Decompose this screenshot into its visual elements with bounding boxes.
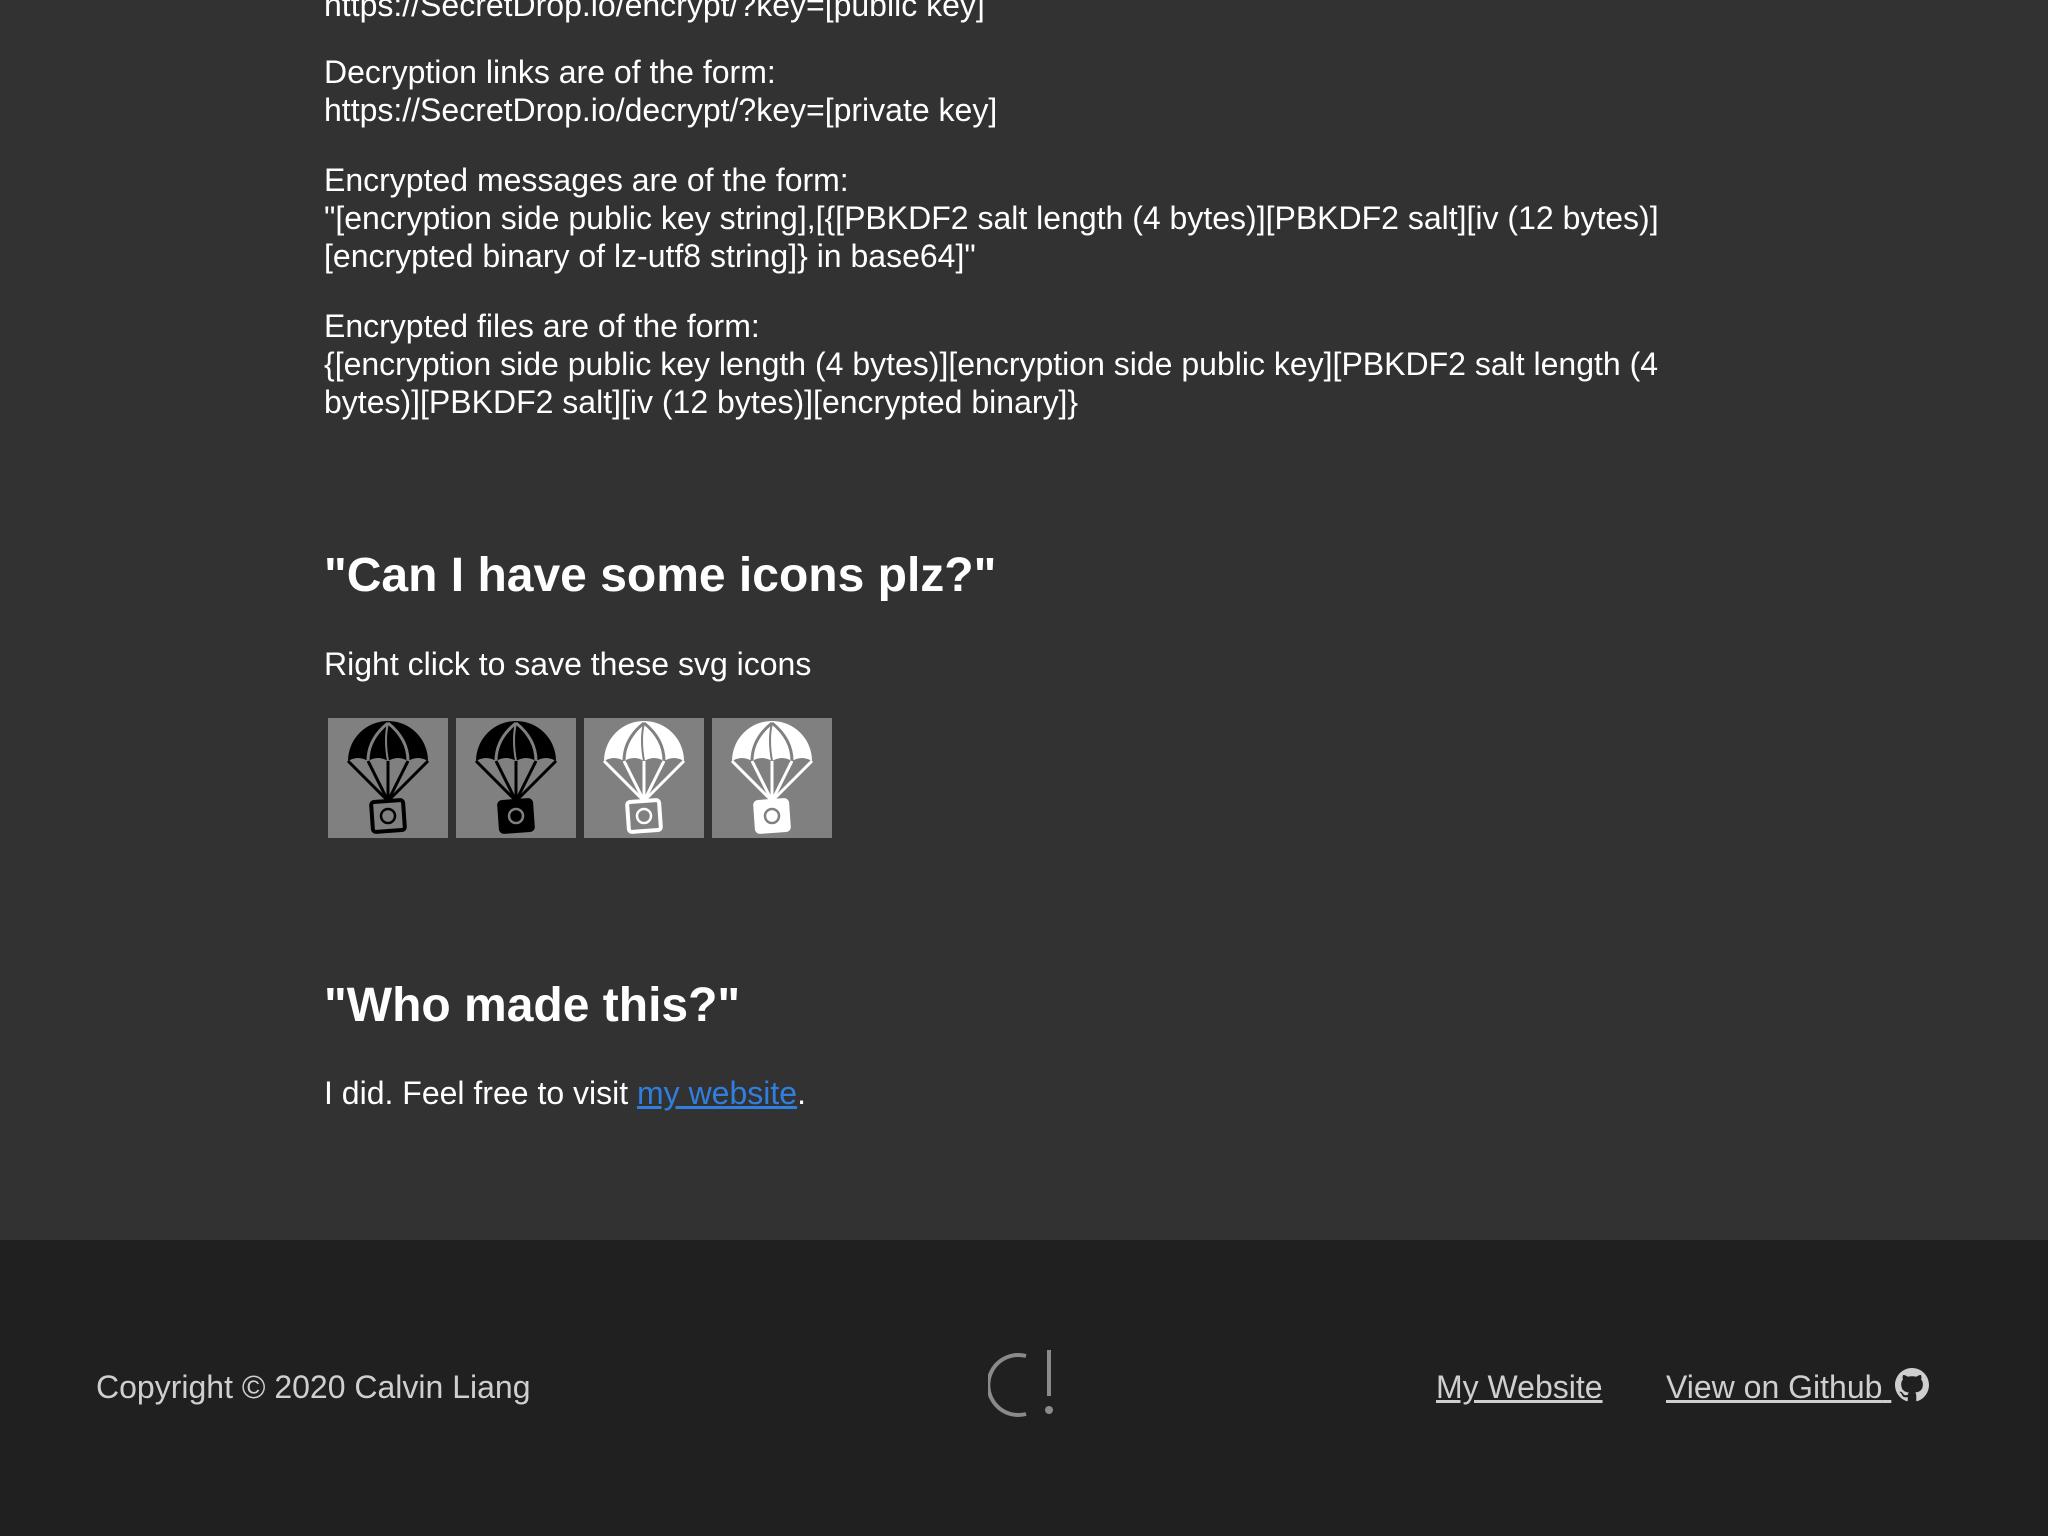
about-text-before: I did. Feel free to visit xyxy=(324,1075,638,1111)
messages-line-1: "[encryption side public key string],[{[… xyxy=(324,200,1659,236)
files-line-1: {[encryption side public key length (4 b… xyxy=(324,346,1659,382)
decrypt-link-format: Decryption links are of the form: https:… xyxy=(324,53,1724,129)
about-heading: "Who made this?" xyxy=(324,979,741,1032)
github-link-label: View on Github xyxy=(1666,1369,1883,1405)
copyright-text: Copyright © 2020 Calvin Liang xyxy=(96,1369,531,1405)
icon-tile-3[interactable] xyxy=(584,718,704,838)
github-icon xyxy=(1895,1368,1930,1402)
parachute-icon[interactable] xyxy=(722,719,822,837)
icons-description: Right click to save these svg icons xyxy=(324,646,812,682)
icon-tile-1[interactable] xyxy=(328,718,448,838)
main-content: https://SecretDrop.io/encrypt/?key=[publ… xyxy=(0,0,2048,1240)
files-line-2: bytes)][PBKDF2 salt][iv (12 bytes)][encr… xyxy=(324,384,1079,420)
about-text: I did. Feel free to visit my website. xyxy=(324,1074,1724,1112)
encrypt-link-format: https://SecretDrop.io/encrypt/?key=[publ… xyxy=(324,0,1724,24)
parachute-icon[interactable] xyxy=(594,719,694,837)
icon-tile-4[interactable] xyxy=(712,718,832,838)
icon-tile-2[interactable] xyxy=(456,718,576,838)
messages-line-2: [encrypted binary of lz-utf8 string]} in… xyxy=(324,238,976,274)
decrypt-link-line: https://SecretDrop.io/decrypt/?key=[priv… xyxy=(324,92,998,128)
footer-github-link[interactable]: View on Github xyxy=(1666,1368,1930,1406)
files-intro: Encrypted files are of the form: xyxy=(324,308,760,344)
parachute-icon[interactable] xyxy=(338,719,438,837)
icons-heading: "Can I have some icons plz?" xyxy=(324,549,997,602)
file-format: Encrypted files are of the form: {[encry… xyxy=(324,307,1724,421)
about-text-after: . xyxy=(797,1075,806,1111)
messages-intro: Encrypted messages are of the form: xyxy=(324,162,849,198)
footer-my-website-link[interactable]: My Website xyxy=(1436,1368,1603,1406)
secretdrop-logo-icon xyxy=(988,1350,1053,1417)
decrypt-intro: Decryption links are of the form: xyxy=(324,54,776,90)
parachute-icon[interactable] xyxy=(466,719,566,837)
my-website-inline-link[interactable]: my website xyxy=(637,1075,797,1111)
message-format: Encrypted messages are of the form: "[en… xyxy=(324,161,1724,275)
encrypt-link-line: https://SecretDrop.io/encrypt/?key=[publ… xyxy=(324,0,985,23)
icon-gallery xyxy=(328,718,832,838)
